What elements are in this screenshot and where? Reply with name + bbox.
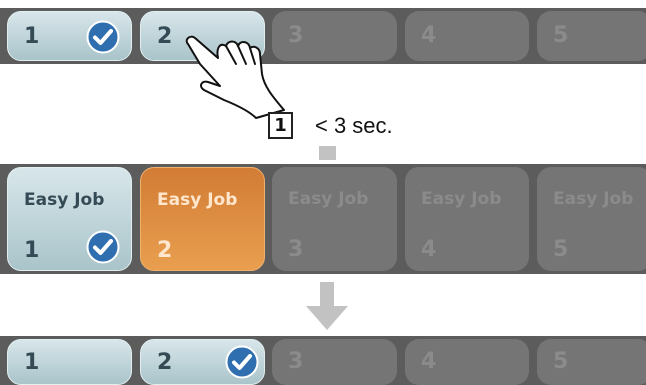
step-connector — [319, 146, 336, 160]
down-arrow-icon — [306, 282, 348, 330]
bottom-tab-2[interactable]: 2 — [140, 339, 265, 385]
tab-number: 4 — [421, 237, 437, 262]
tab-number: 5 — [553, 23, 569, 48]
tab-number: 5 — [553, 349, 569, 374]
step-number-box: 1 — [268, 112, 293, 139]
top-tab-4[interactable]: 4 — [405, 11, 529, 61]
middle-tab-strip: Easy Job 1 Easy Job 2 Easy Job 3 Easy Jo… — [0, 164, 646, 274]
top-tab-1[interactable]: 1 — [7, 11, 132, 61]
bottom-tab-5[interactable]: 5 — [537, 339, 646, 385]
tab-number: 1 — [24, 24, 40, 49]
tab-number: 5 — [553, 237, 569, 262]
tab-number: 3 — [288, 349, 304, 374]
bottom-tab-1[interactable]: 1 — [7, 339, 132, 385]
tab-title: Easy Job — [288, 189, 369, 209]
top-tab-5[interactable]: 5 — [537, 11, 646, 61]
tab-number: 1 — [24, 238, 40, 263]
tab-title: Easy Job — [553, 189, 634, 209]
middle-tab-2[interactable]: Easy Job 2 — [140, 167, 265, 271]
checkmark-circle-icon — [86, 20, 120, 54]
tab-number: 2 — [157, 238, 173, 263]
step-duration-label: < 3 sec. — [315, 113, 393, 138]
middle-tab-1[interactable]: Easy Job 1 — [7, 167, 132, 271]
checkmark-circle-icon — [86, 230, 120, 264]
tab-number: 3 — [288, 237, 304, 262]
tab-title: Easy Job — [24, 190, 105, 210]
bottom-tab-strip: 1 2 3 4 5 — [0, 336, 646, 385]
tab-number: 2 — [157, 350, 173, 375]
tab-number: 1 — [24, 350, 40, 375]
middle-tab-3[interactable]: Easy Job 3 — [272, 167, 397, 271]
middle-tab-5[interactable]: Easy Job 5 — [537, 167, 646, 271]
tab-title: Easy Job — [421, 189, 502, 209]
top-tab-strip: 1 2 3 4 5 — [0, 8, 646, 64]
tab-title: Easy Job — [157, 190, 238, 210]
bottom-tab-4[interactable]: 4 — [405, 339, 529, 385]
tab-number: 2 — [157, 24, 173, 49]
bottom-tab-3[interactable]: 3 — [272, 339, 397, 385]
tab-number: 4 — [421, 349, 437, 374]
checkmark-circle-icon — [225, 345, 259, 379]
middle-tab-4[interactable]: Easy Job 4 — [405, 167, 529, 271]
tap-hand-icon — [185, 35, 285, 119]
tab-number: 4 — [421, 23, 437, 48]
